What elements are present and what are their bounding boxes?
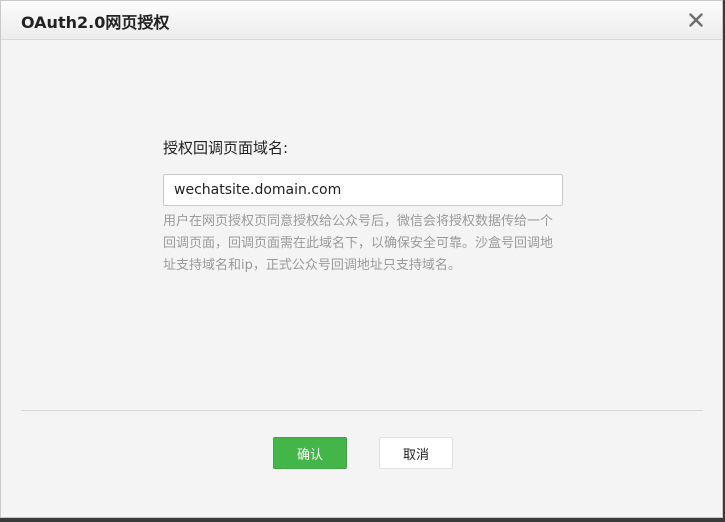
dialog-title: OAuth2.0网页授权 — [21, 13, 170, 32]
callback-domain-label: 授权回调页面域名: — [163, 139, 289, 157]
confirm-button[interactable]: 确认 — [273, 437, 347, 469]
dialog-titlebar: OAuth2.0网页授权 — [1, 1, 722, 40]
callback-domain-hint: 用户在网页授权页同意授权给公众号后，微信会将授权数据传给一个回调页面，回调页面需… — [163, 214, 554, 273]
callback-domain-input[interactable] — [163, 174, 563, 206]
close-icon[interactable] — [688, 12, 704, 28]
footer-divider — [21, 410, 703, 411]
cancel-button[interactable]: 取消 — [379, 437, 453, 469]
oauth-dialog: OAuth2.0网页授权 授权回调页面域名: 用户在网页授权页同意授权给公众号后… — [0, 0, 723, 518]
